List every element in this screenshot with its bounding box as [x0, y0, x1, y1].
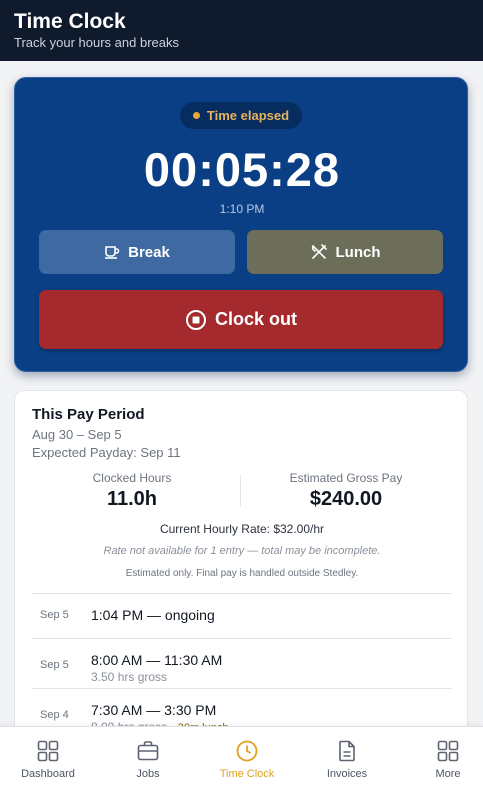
time-entry[interactable]: Sep 5 8:00 AM — 11:30 AM 3.50 hrs gross	[32, 638, 452, 688]
nav-label: Jobs	[136, 768, 160, 780]
grid-icon	[0, 739, 96, 763]
gross-pay-label: Estimated Gross Pay	[289, 471, 403, 485]
bottom-nav: Dashboard Jobs Time Clock Invoices More	[0, 726, 483, 798]
nav-item-time-clock[interactable]: Time Clock	[199, 739, 295, 780]
nav-label: Dashboard	[21, 768, 75, 780]
rate-warning: Rate not available for 1 entry — total m…	[103, 545, 381, 557]
clock-in-time: 1:10 PM	[219, 202, 265, 216]
expected-payday: Expected Payday: Sep 11	[32, 445, 181, 460]
entry-time-range: 1:04 PM — ongoing	[91, 607, 215, 623]
estimate-disclaimer: Estimated only. Final pay is handled out…	[125, 568, 359, 579]
utensils-icon	[310, 243, 328, 261]
clocked-hours-stat: Clocked Hours 11.0h	[27, 471, 237, 511]
app-header: Time Clock Track your hours and breaks	[0, 0, 483, 61]
entry-gross-hours: 3.50 hrs gross	[91, 670, 168, 684]
page-title: Time Clock	[14, 10, 126, 33]
stop-icon	[185, 309, 207, 331]
entry-time-range: 8:00 AM — 11:30 AM	[91, 652, 223, 668]
coffee-cup-icon	[104, 245, 120, 259]
nav-item-more[interactable]: More	[400, 739, 483, 780]
nav-item-invoices[interactable]: Invoices	[299, 739, 395, 780]
clock-out-button[interactable]: Clock out	[39, 290, 443, 349]
pay-period-title: This Pay Period	[32, 406, 145, 423]
nav-label: Time Clock	[219, 768, 275, 780]
document-icon	[299, 739, 395, 763]
nav-item-dashboard[interactable]: Dashboard	[0, 739, 96, 780]
clocked-hours-value: 11.0h	[106, 488, 158, 510]
entry-date: Sep 4	[40, 709, 69, 721]
break-label: Break	[128, 243, 170, 261]
clocked-hours-label: Clocked Hours	[92, 471, 172, 485]
clock-icon	[199, 739, 295, 763]
break-button[interactable]: Break	[39, 230, 235, 274]
briefcase-icon	[100, 739, 196, 763]
lunch-button[interactable]: Lunch	[247, 230, 443, 274]
nav-label: Invoices	[326, 768, 368, 780]
pay-period-range: Aug 30 – Sep 5	[32, 427, 122, 442]
time-entry[interactable]: Sep 5 1:04 PM — ongoing	[32, 593, 452, 638]
status-label: Time elapsed	[206, 108, 290, 123]
gross-pay-stat: Estimated Gross Pay $240.00	[241, 471, 451, 511]
entry-time-range: 7:30 AM — 3:30 PM	[91, 702, 217, 718]
status-badge: Time elapsed	[180, 102, 302, 129]
timer-card: Time elapsed 00:05:28 1:10 PM Break Lunc…	[14, 77, 468, 372]
clock-out-label: Clock out	[214, 309, 297, 329]
status-dot-icon	[192, 112, 200, 119]
gross-pay-value: $240.00	[309, 488, 383, 510]
time-entries-list: Sep 5 1:04 PM — ongoing Sep 5 8:00 AM — …	[32, 593, 452, 738]
grid-icon	[400, 739, 483, 763]
elapsed-time: 00:05:28	[143, 143, 341, 196]
page-subtitle: Track your hours and breaks	[14, 35, 179, 50]
nav-item-jobs[interactable]: Jobs	[100, 739, 196, 780]
entry-date: Sep 5	[40, 659, 69, 671]
hourly-rate: Current Hourly Rate: $32.00/hr	[159, 522, 325, 536]
entry-date: Sep 5	[40, 609, 69, 621]
lunch-label: Lunch	[335, 243, 381, 261]
nav-label: More	[435, 768, 461, 780]
